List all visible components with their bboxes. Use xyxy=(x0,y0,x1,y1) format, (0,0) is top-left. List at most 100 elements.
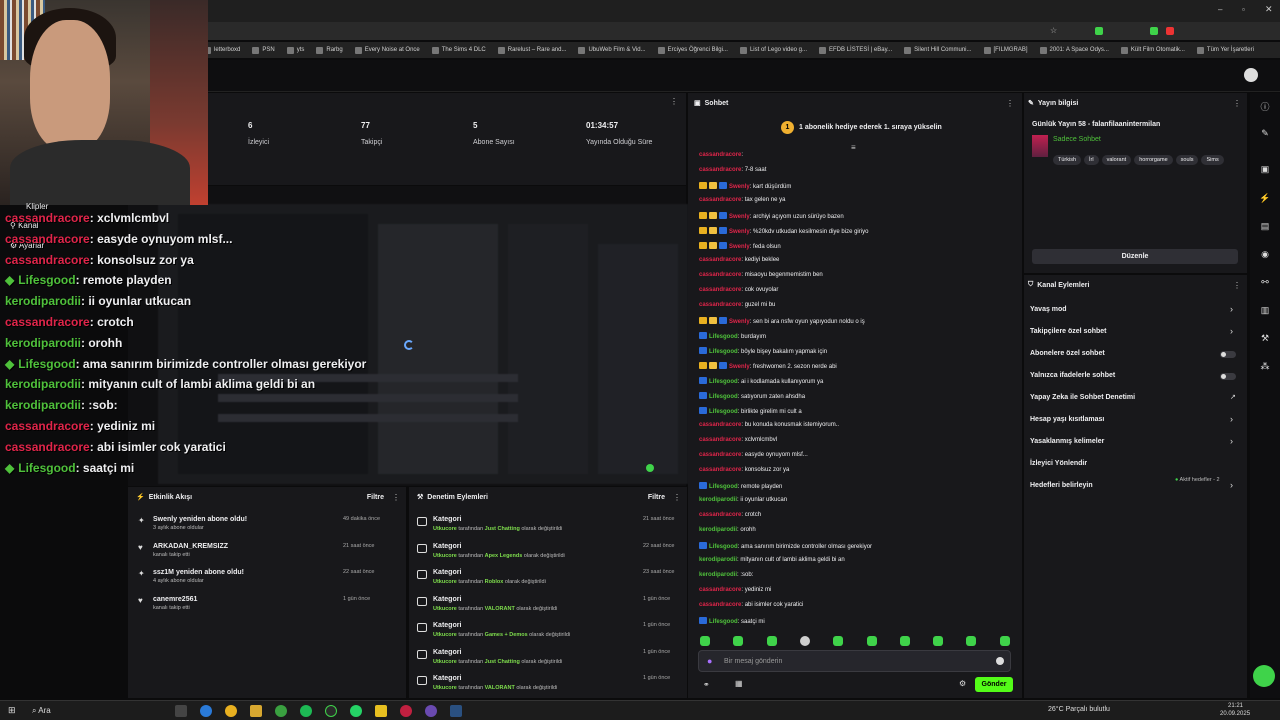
chat-message[interactable]: Swenly: sen bi ara nsfw oyun yapıyodun n… xyxy=(699,317,865,325)
chat-message[interactable]: Lifesgood: remote playden xyxy=(699,482,782,490)
stream-tag[interactable]: İrl xyxy=(1084,155,1099,165)
clipboard-icon[interactable]: ▤ xyxy=(1259,220,1271,232)
chrome-icon[interactable] xyxy=(225,705,237,717)
chat-message[interactable]: cassandracore: 7-8 saat xyxy=(699,167,766,173)
notes-icon[interactable] xyxy=(375,705,387,717)
chat-message[interactable]: Swenly: %20kdv utkudan kesilmesin diye b… xyxy=(699,227,868,235)
chat-message[interactable]: cassandracore: bu konuda konusmak istemi… xyxy=(699,422,839,428)
collapse-icon[interactable]: ≡ xyxy=(851,143,856,152)
chat-input[interactable]: ● Bir mesaj gönderin xyxy=(698,650,1011,672)
chat-message[interactable]: Swenly: kart düşürdüm xyxy=(699,182,791,190)
moderation-item[interactable]: Kategori Utkucore tarafından Just Chattin… xyxy=(417,516,687,532)
chat-username[interactable]: Swenly xyxy=(729,184,750,190)
bookmark-item[interactable]: The Sims 4 DLC xyxy=(431,46,486,54)
chat-username[interactable]: cassandracore xyxy=(699,602,741,608)
stream-tag[interactable]: Türkish xyxy=(1053,155,1082,165)
emote-icon[interactable] xyxy=(899,636,910,646)
chat-username[interactable]: Lifesgood xyxy=(709,544,738,550)
link-icon[interactable]: ⚯ xyxy=(1259,276,1271,288)
chat-username[interactable]: Lifesgood xyxy=(709,394,738,400)
emote-icon[interactable] xyxy=(999,636,1010,646)
chat-username[interactable]: Swenly xyxy=(729,229,750,235)
channel-action-item[interactable]: Yapay Zeka ile Sohbet Denetimi xyxy=(1030,394,1135,401)
bookmark-item[interactable]: 2001: A Space Odys... xyxy=(1039,46,1109,54)
bookmark-item[interactable]: [FILMGRAB] xyxy=(983,46,1028,54)
activity-item[interactable]: ♥ ARKADAN_KREMSIZZ kanalı takip etti 21 saa… xyxy=(138,543,400,558)
emote-icon[interactable] xyxy=(733,636,744,646)
grid-icon[interactable]: ⁂ xyxy=(1259,360,1271,372)
emote-icon[interactable] xyxy=(799,636,810,646)
chat-message[interactable]: Swenly: archiyi açıyom uzun sürüyo bazen xyxy=(699,212,844,220)
chat-message[interactable]: cassandracore: yediniz mi xyxy=(699,587,771,593)
gift-icon[interactable]: ▦ xyxy=(735,679,743,688)
activity-item[interactable]: ✦ ssz1M yeniden abone oldu! 4 aylık abone … xyxy=(138,569,400,584)
bookmark-item[interactable]: Erciyes Öğrenci Bilgi... xyxy=(657,46,728,54)
layout-icon[interactable]: ▥ xyxy=(1259,304,1271,316)
app-icon[interactable] xyxy=(400,705,412,717)
chat-message[interactable]: cassandracore: konsolsuz zor ya xyxy=(699,467,789,473)
avatar[interactable] xyxy=(1244,68,1258,82)
chat-message[interactable]: kerodiparodii: :sob: xyxy=(699,572,753,578)
external-link-icon[interactable]: ↗ xyxy=(1230,393,1236,401)
menu-clips[interactable]: Klipler xyxy=(26,202,48,211)
bookmark-item[interactable]: Tüm Yer İşaretleri xyxy=(1196,46,1254,54)
chat-message[interactable]: cassandracore: xyxy=(699,152,743,158)
chevron-right-icon[interactable]: › xyxy=(1230,304,1233,314)
channel-action-item[interactable]: Yavaş mod xyxy=(1030,306,1067,313)
chat-message[interactable]: kerodiparodii: ii oyunlar utkucan xyxy=(699,497,787,503)
camera-icon[interactable]: ▣ xyxy=(1259,163,1271,175)
chat-username[interactable]: cassandracore xyxy=(699,302,741,308)
xbox-icon[interactable] xyxy=(275,705,287,717)
emote-icon[interactable] xyxy=(700,636,710,646)
chat-username[interactable]: Lifesgood xyxy=(709,409,738,415)
hammer-icon[interactable]: ⚒ xyxy=(1259,332,1271,344)
chat-message[interactable]: cassandracore: kediyi beklee xyxy=(699,257,779,263)
chevron-right-icon[interactable]: › xyxy=(1230,480,1233,490)
emote-icon[interactable] xyxy=(933,636,944,646)
more-icon[interactable]: ⋮ xyxy=(1233,99,1241,108)
chevron-right-icon[interactable]: › xyxy=(1230,436,1233,446)
steam-icon[interactable] xyxy=(450,705,462,717)
chat-username[interactable]: kerodiparodii xyxy=(699,557,737,563)
close-icon[interactable]: ✕ xyxy=(1265,4,1273,15)
moderation-item[interactable]: Kategori Utkucore tarafından Apex Legends… xyxy=(417,543,687,559)
chat-message[interactable]: Lifesgood: böyle bişey bakalım yapmak iç… xyxy=(699,347,827,355)
mic-icon[interactable] xyxy=(996,657,1004,665)
app-icon[interactable] xyxy=(325,705,337,717)
chat-message[interactable]: Lifesgood: saatçi mi xyxy=(699,617,765,625)
bookmark-item[interactable]: Rarelust – Rare and... xyxy=(497,46,566,54)
moderation-item[interactable]: Kategori Utkucore tarafından Just Chattin… xyxy=(417,649,687,665)
send-button[interactable]: Gönder xyxy=(975,677,1013,692)
activity-item[interactable]: ♥ canemre2561 kanalı takip etti 1 gün önce xyxy=(138,596,400,611)
moderation-item[interactable]: Kategori Utkucore tarafından Roblox olara… xyxy=(417,569,687,585)
chat-username[interactable]: cassandracore xyxy=(699,467,741,473)
channel-action-item[interactable]: Hesap yaşı kısıtlaması xyxy=(1030,416,1104,423)
clock-time[interactable]: 21:21 xyxy=(1228,703,1243,709)
maximize-icon[interactable]: ▫ xyxy=(1242,5,1245,14)
stream-category[interactable]: Sadece Sohbet xyxy=(1053,136,1101,143)
chat-message[interactable]: kerodiparodii: mityanın cult of lambi ak… xyxy=(699,557,845,563)
task-view-icon[interactable] xyxy=(175,705,187,717)
chat-username[interactable]: Lifesgood xyxy=(709,334,738,340)
chat-username[interactable]: cassandracore xyxy=(699,167,741,173)
bolt-icon[interactable]: ⚡ xyxy=(1259,192,1271,204)
chat-username[interactable]: cassandracore xyxy=(699,257,741,263)
chat-message[interactable]: cassandracore: guzel mi bu xyxy=(699,302,775,308)
chat-message[interactable]: cassandracore: easyde oynuyom mlsf... xyxy=(699,452,808,458)
file-explorer-icon[interactable] xyxy=(250,705,262,717)
chat-message[interactable]: cassandracore: abi isimler cok yaratici xyxy=(699,602,803,608)
extension-icon[interactable] xyxy=(1095,27,1103,35)
pinned-gift-banner[interactable]: 1 1 abonelik hediye ederek 1. sıraya yük… xyxy=(781,121,942,134)
more-icon[interactable]: ⋮ xyxy=(1006,99,1014,108)
stream-tag[interactable]: horrorgame xyxy=(1134,155,1173,165)
channel-action-item[interactable]: Takipçilere özel sohbet xyxy=(1030,328,1107,335)
emote-icon[interactable] xyxy=(833,636,844,646)
bookmark-item[interactable]: letterboxd xyxy=(204,46,240,54)
chat-username[interactable]: kerodiparodii xyxy=(699,497,737,503)
gear-icon[interactable]: ⚙ xyxy=(959,679,966,688)
chat-username[interactable]: cassandracore xyxy=(699,152,741,158)
moderation-item[interactable]: Kategori Utkucore tarafından Games + Demo… xyxy=(417,622,687,638)
more-icon[interactable]: ⋮ xyxy=(670,97,678,106)
chat-username[interactable]: kerodiparodii xyxy=(699,572,737,578)
channel-action-item[interactable]: İzleyici Yönlendir xyxy=(1030,460,1087,467)
